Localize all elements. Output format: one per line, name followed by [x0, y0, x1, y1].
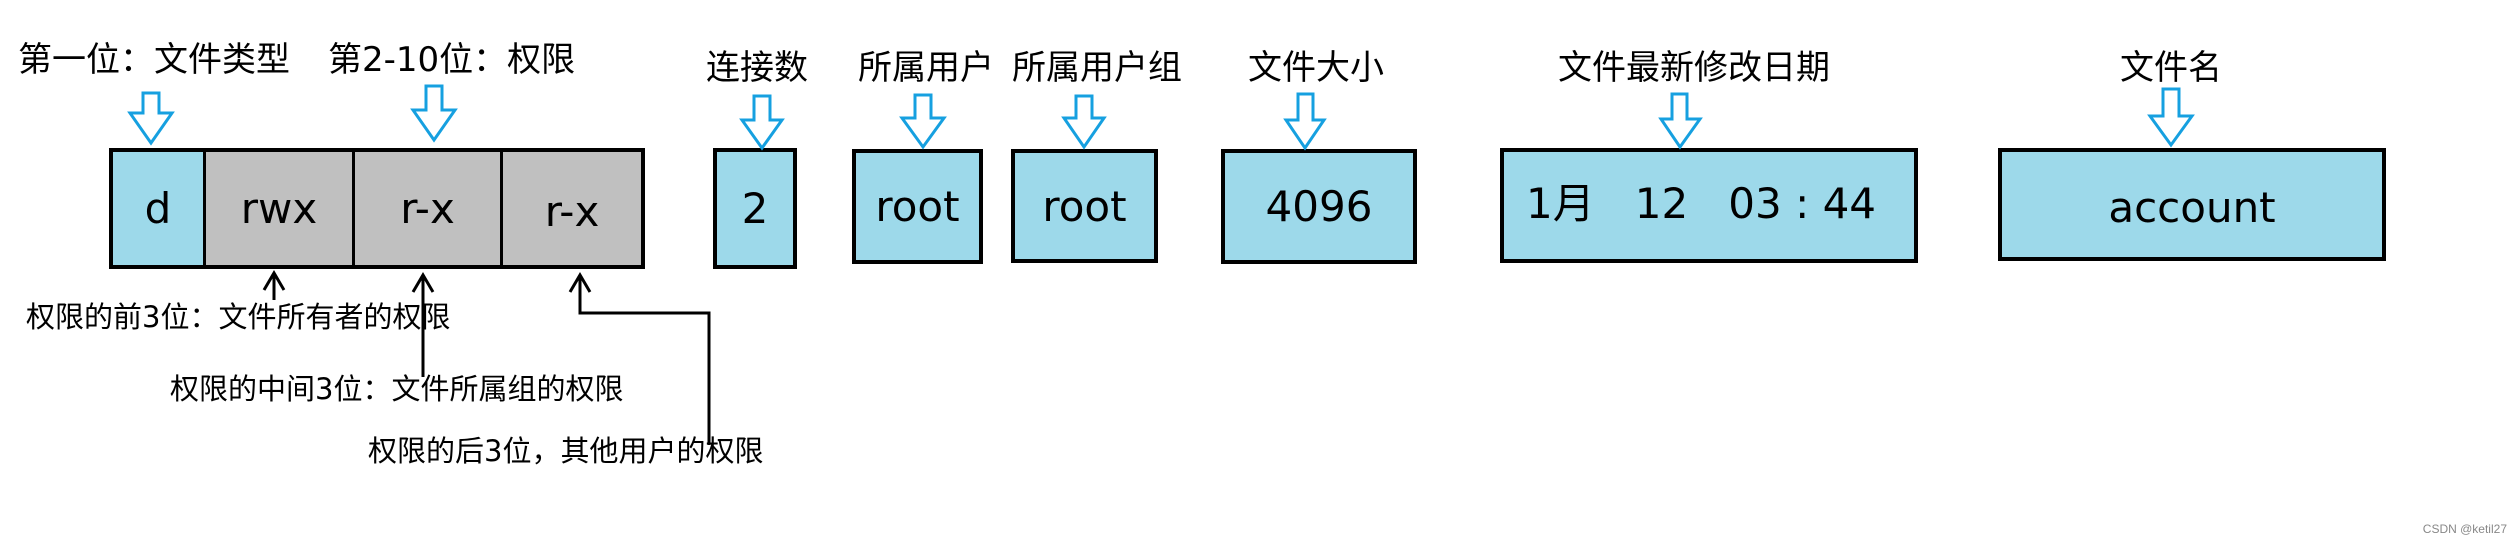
label-link-count: 连接数: [706, 48, 808, 88]
down-arrow-icon: [410, 84, 458, 143]
up-arrow-icon: [262, 270, 286, 291]
link-count-value: 2: [741, 184, 769, 233]
note-other-perm: 权限的后3位，其他用户的权限: [368, 434, 764, 468]
cell-perm-group: r-x: [352, 152, 500, 265]
down-arrow-icon: [899, 93, 947, 150]
label-owner: 所属用户: [858, 48, 994, 88]
cell-perm-other: r-x: [500, 152, 641, 265]
elbow-connector-other-perm: [578, 275, 711, 445]
up-arrow-icon: [568, 272, 592, 293]
label-group: 所属用户组: [1012, 48, 1182, 88]
cell-perm-owner: rwx: [203, 152, 352, 265]
size-value: 4096: [1265, 182, 1373, 231]
label-size: 文件大小: [1248, 48, 1384, 88]
note-owner-perm: 权限的前3位：文件所有者的权限: [26, 300, 451, 334]
file-type-value: d: [144, 184, 172, 233]
box-filename: account: [1998, 148, 2386, 261]
watermark: CSDN @ketil27: [2422, 522, 2507, 536]
label-file-type: 第一位：文件类型: [18, 40, 290, 80]
down-arrow-icon: [739, 94, 785, 151]
up-arrow-icon: [411, 272, 435, 293]
owner-value: root: [875, 182, 960, 231]
note-group-perm: 权限的中间3位：文件所属组的权限: [170, 372, 624, 406]
perm-other-value: r-x: [544, 187, 600, 236]
box-owner: root: [852, 149, 983, 264]
box-group: root: [1011, 149, 1158, 263]
cell-file-type: d: [113, 152, 203, 265]
box-mtime: 1月 12 03 : 44: [1500, 148, 1918, 263]
down-arrow-icon: [2147, 87, 2195, 148]
mode-string-block: d rwx r-x r-x: [109, 148, 645, 269]
down-arrow-icon: [1658, 92, 1703, 150]
label-filename: 文件名: [2120, 48, 2222, 88]
box-link-count: 2: [713, 148, 797, 269]
label-permissions: 第2-10位：权限: [328, 40, 576, 80]
filename-value: account: [2108, 183, 2276, 232]
label-mtime: 文件最新修改日期: [1558, 48, 1830, 88]
down-arrow-icon: [127, 91, 175, 146]
perm-group-value: r-x: [400, 184, 455, 233]
down-arrow-icon: [1061, 94, 1107, 150]
perm-owner-value: rwx: [240, 184, 318, 233]
down-arrow-icon: [1283, 92, 1327, 151]
mtime-value: 1月 12 03 : 44: [1526, 179, 1877, 228]
group-value: root: [1042, 181, 1127, 231]
box-size: 4096: [1221, 149, 1417, 264]
